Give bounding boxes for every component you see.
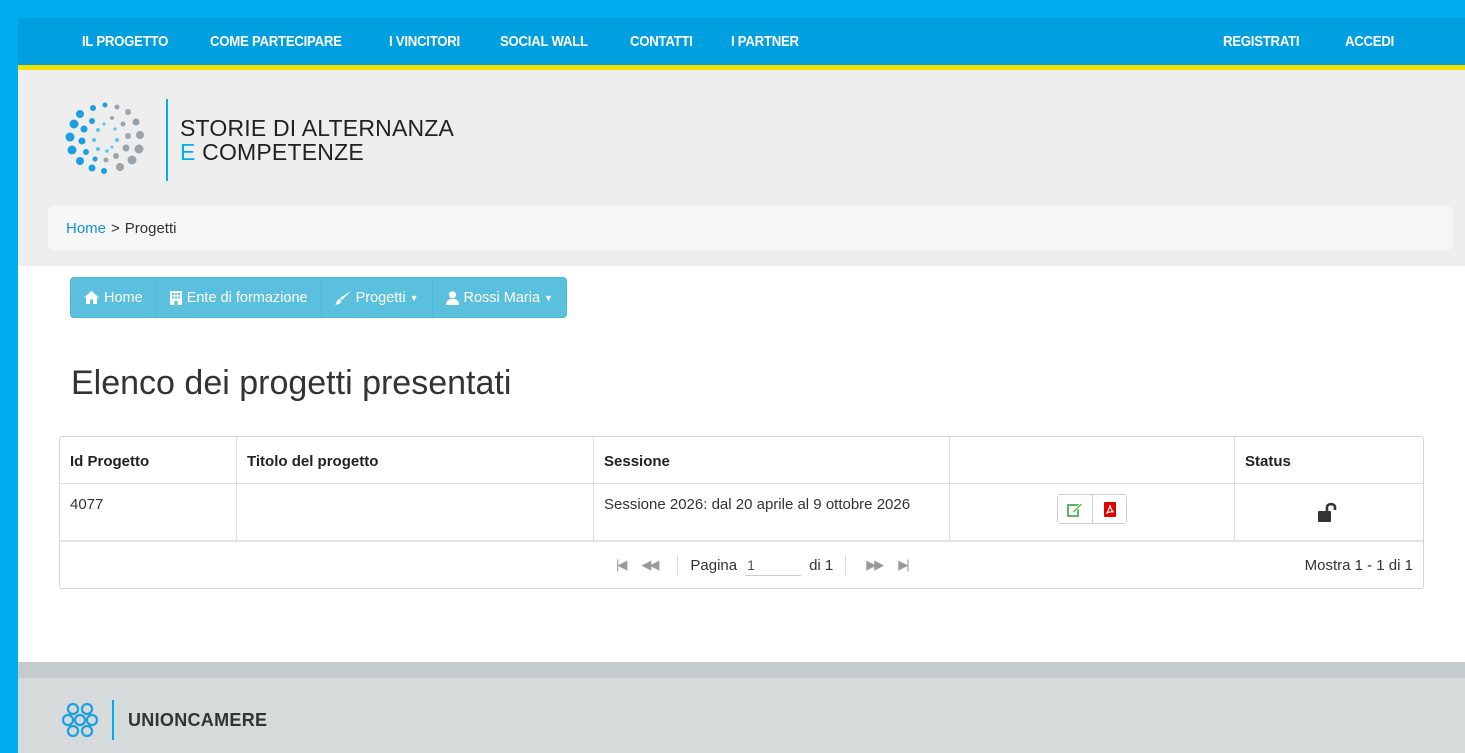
subnav-home[interactable]: Home — [71, 278, 157, 317]
page-title: Elenco dei progetti presentati — [71, 364, 512, 402]
user-icon — [445, 290, 459, 305]
pager-of-label: di 1 — [809, 556, 834, 574]
brand-line-1: STORIE DI ALTERNANZA — [180, 115, 455, 141]
section-navbar: Home Ente di formazione Progetti ▼ Rossi… — [70, 277, 567, 318]
brand-line-2-rest: COMPETENZE — [195, 139, 364, 165]
footer-brand-name: UNIONCAMERE — [128, 709, 268, 730]
browser-page: IL PROGETTO COME PARTECIPARE I VINCITORI… — [18, 18, 1465, 753]
column-header-status[interactable]: Status — [1235, 437, 1423, 483]
breadcrumb-current: Progetti — [124, 219, 177, 237]
caret-down-icon: ▼ — [544, 292, 553, 303]
footer-brand[interactable]: UNIONCAMERE — [60, 700, 267, 740]
column-header-id[interactable]: Id Progetto — [60, 437, 237, 483]
breadcrumb: Home > Progetti — [48, 206, 1453, 250]
dots-logo-icon — [65, 102, 144, 174]
brush-icon — [334, 290, 351, 305]
pdf-icon — [1103, 501, 1116, 517]
brand-name: STORIE DI ALTERNANZA E COMPETENZE — [180, 116, 454, 164]
caret-down-icon: ▼ — [409, 292, 419, 303]
subnav-home-label: Home — [104, 289, 143, 306]
nav-il-progetto[interactable]: IL PROGETTO — [82, 33, 168, 50]
table-row[interactable]: 4077 Sessione 2026: dal 20 aprile al 9 o… — [60, 484, 1423, 542]
breadcrumb-home-link[interactable]: Home — [66, 220, 106, 237]
home-icon — [84, 291, 99, 304]
last-page-icon[interactable]: ▶| — [898, 557, 909, 573]
pager-page-label: Pagina — [690, 556, 738, 574]
column-header-titolo[interactable]: Titolo del progetto — [237, 437, 594, 483]
brand-line-2-prefix: E — [180, 139, 196, 165]
unlock-icon[interactable] — [1318, 502, 1340, 522]
nav-i-vincitori[interactable]: I VINCITORI — [389, 33, 460, 50]
nav-contatti[interactable]: CONTATTI — [630, 33, 693, 50]
edit-icon — [1067, 501, 1083, 517]
cell-titolo — [237, 484, 594, 540]
row-actions — [1057, 494, 1127, 524]
prev-page-icon[interactable]: ◀◀ — [641, 557, 659, 573]
brand-line-2: E COMPETENZE — [180, 140, 454, 164]
subnav-ente-label: Ente di formazione — [186, 289, 308, 306]
nav-accedi[interactable]: ACCEDI — [1345, 33, 1394, 50]
cell-status — [1235, 484, 1423, 540]
page-number-input[interactable] — [745, 554, 802, 576]
site-header: STORIE DI ALTERNANZA E COMPETENZE Home >… — [18, 70, 1465, 266]
building-icon — [169, 290, 182, 305]
pdf-button[interactable] — [1092, 495, 1126, 523]
site-footer: UNIONCAMERE — [18, 662, 1465, 753]
subnav-user-label: Rossi Maria — [463, 289, 541, 306]
column-header-actions — [950, 437, 1235, 483]
first-page-icon[interactable]: |◀ — [616, 557, 627, 573]
column-header-sessione[interactable]: Sessione — [594, 437, 950, 483]
nav-come-partecipare[interactable]: COME PARTECIPARE — [210, 33, 342, 50]
nav-i-partner[interactable]: I PARTNER — [731, 33, 799, 50]
projects-table: Id Progetto Titolo del progetto Sessione… — [59, 436, 1424, 589]
cell-sessione: Sessione 2026: dal 20 aprile al 9 ottobr… — [594, 484, 950, 540]
edit-button[interactable] — [1058, 495, 1092, 523]
subnav-user-dropdown[interactable]: Rossi Maria ▼ — [432, 278, 566, 317]
table-header-row: Id Progetto Titolo del progetto Sessione… — [60, 437, 1423, 484]
site-brand[interactable]: STORIE DI ALTERNANZA E COMPETENZE — [60, 96, 454, 184]
footer-separator — [112, 700, 114, 740]
unioncamere-logo-icon — [61, 702, 99, 738]
pager-divider — [845, 555, 847, 575]
pager-controls: |◀ ◀◀ Pagina di 1 ▶▶ ▶| — [608, 542, 916, 588]
top-navbar: IL PROGETTO COME PARTECIPARE I VINCITORI… — [18, 18, 1465, 70]
next-page-icon[interactable]: ▶▶ — [866, 557, 884, 573]
cell-id: 4077 — [60, 484, 237, 540]
pager-summary: Mostra 1 - 1 di 1 — [1304, 556, 1413, 574]
breadcrumb-separator: > — [111, 219, 120, 237]
nav-social-wall[interactable]: SOCIAL WALL — [500, 33, 588, 50]
subnav-ente-di-formazione[interactable]: Ente di formazione — [156, 278, 322, 317]
nav-registrati[interactable]: REGISTRATI — [1223, 33, 1300, 50]
brand-separator — [166, 99, 168, 181]
subnav-progetti-dropdown[interactable]: Progetti ▼ — [321, 278, 433, 317]
subnav-progetti-label: Progetti — [355, 289, 406, 306]
pager-divider — [677, 555, 679, 575]
table-pager: |◀ ◀◀ Pagina di 1 ▶▶ ▶| Mostra 1 - 1 di … — [60, 542, 1423, 588]
cell-actions — [950, 484, 1235, 540]
